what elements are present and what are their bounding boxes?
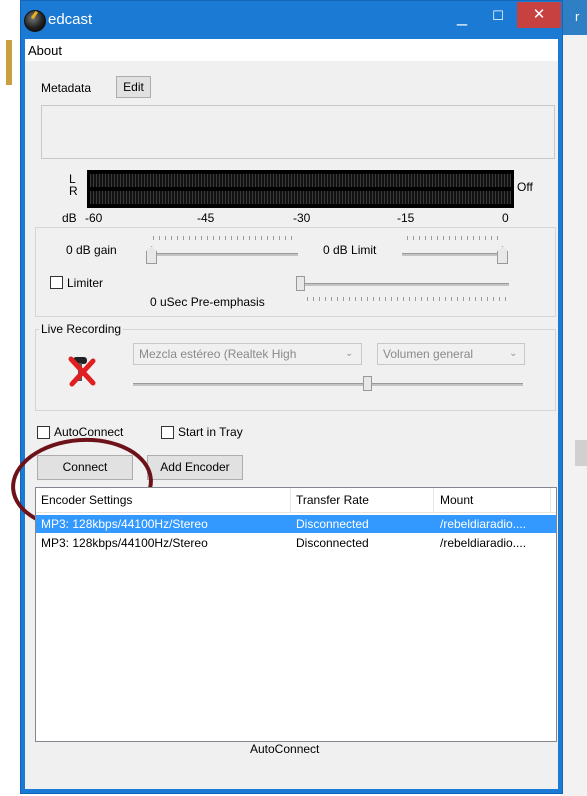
microphone-disabled-icon[interactable] [68, 355, 96, 387]
background-window-text: r [575, 9, 580, 24]
vu-left-channel [90, 174, 511, 187]
recording-device-value: Mezcla estéreo (Realtek High [139, 347, 297, 361]
add-encoder-button[interactable]: Add Encoder [147, 455, 243, 480]
status-bar-text: AutoConnect [250, 742, 320, 756]
gain-slider-track[interactable] [148, 253, 298, 256]
encoder-list-header: Encoder Settings Transfer Rate Mount [36, 488, 556, 513]
vu-right-channel [90, 191, 511, 204]
recording-device-select[interactable]: Mezcla estéreo (Realtek High [133, 343, 362, 365]
table-row[interactable]: MP3: 128kbps/44100Hz/Stereo Disconnected… [36, 534, 556, 552]
background-window-titlebar [560, 0, 587, 35]
gain-slider-ticks [153, 236, 293, 240]
vu-scale-tick: -45 [197, 211, 215, 225]
column-mount[interactable]: Mount [440, 493, 473, 507]
column-transfer-rate[interactable]: Transfer Rate [296, 493, 369, 507]
recording-control-value: Volumen general [383, 347, 474, 361]
window-client-area: About Metadata Edit L R Off dB -60 -45 -… [7, 39, 558, 789]
maximize-button[interactable]: ☐ [481, 3, 515, 33]
start-in-tray-label: Start in Tray [178, 425, 243, 439]
limiter-checkbox[interactable] [50, 276, 63, 289]
encoder-settings-cell: MP3: 128kbps/44100Hz/Stereo [41, 517, 208, 531]
chevron-down-icon: ⌄ [345, 348, 354, 359]
metadata-edit-button[interactable]: Edit [116, 76, 151, 98]
live-recording-label: Live Recording [39, 322, 124, 336]
mount-cell: /rebeldiaradio.... [440, 536, 527, 550]
encoder-list[interactable]: Encoder Settings Transfer Rate Mount MP3… [35, 487, 557, 742]
column-separator[interactable] [433, 488, 434, 512]
column-separator[interactable] [550, 488, 551, 512]
desktop-background-left [0, 0, 22, 796]
live-recording-group [35, 329, 556, 411]
background-window-element [575, 440, 587, 466]
close-button[interactable]: ✕ [517, 2, 561, 28]
vu-status: Off [517, 180, 533, 194]
desktop-background-right [560, 0, 587, 796]
limit-label: 0 dB Limit [323, 243, 377, 257]
vu-scale-db: dB [62, 211, 77, 225]
recording-volume-thumb[interactable] [363, 376, 372, 391]
mount-cell: /rebeldiaradio.... [440, 517, 527, 531]
limit-slider-ticks [407, 236, 503, 240]
metadata-label: Metadata [41, 81, 92, 95]
vu-scale-tick: -30 [293, 211, 311, 225]
transfer-rate-cell: Disconnected [296, 517, 369, 531]
menu-bar: About [25, 39, 558, 61]
vu-scale-tick: -15 [397, 211, 415, 225]
gain-label: 0 dB gain [66, 243, 117, 257]
limiter-label: Limiter [67, 276, 104, 290]
metadata-display [41, 105, 555, 159]
vu-right-label: R [69, 184, 78, 198]
edcast-window: edcast _ ☐ ✕ About Metadata Edit L R Off… [7, 0, 563, 794]
title-bar[interactable]: edcast _ ☐ ✕ [21, 1, 562, 39]
chevron-down-icon: ⌄ [509, 348, 518, 359]
autoconnect-checkbox[interactable] [37, 426, 50, 439]
preemphasis-label: 0 uSec Pre-emphasis [150, 295, 265, 309]
transfer-rate-cell: Disconnected [296, 536, 369, 550]
column-separator[interactable] [290, 488, 291, 512]
table-row[interactable]: MP3: 128kbps/44100Hz/Stereo Disconnected… [36, 515, 556, 533]
menu-item-about[interactable]: About [28, 43, 62, 58]
audio-processing-group [35, 227, 556, 317]
preemphasis-slider-track[interactable] [301, 283, 509, 286]
desktop-background-strip [6, 40, 12, 85]
start-in-tray-checkbox[interactable] [161, 426, 174, 439]
vu-scale-tick: 0 [502, 211, 509, 225]
limit-slider-track[interactable] [402, 253, 508, 256]
vu-meter [87, 170, 514, 208]
recording-control-select[interactable]: Volumen general [377, 343, 525, 365]
window-title: edcast [48, 11, 93, 28]
preemphasis-slider-thumb[interactable] [296, 276, 305, 291]
column-encoder-settings[interactable]: Encoder Settings [41, 493, 132, 507]
encoder-settings-cell: MP3: 128kbps/44100Hz/Stereo [41, 536, 208, 550]
preemphasis-slider-ticks [307, 297, 507, 301]
recording-volume-track[interactable] [133, 383, 523, 386]
vu-scale-tick: -60 [85, 211, 103, 225]
minimize-button[interactable]: _ [445, 3, 479, 33]
